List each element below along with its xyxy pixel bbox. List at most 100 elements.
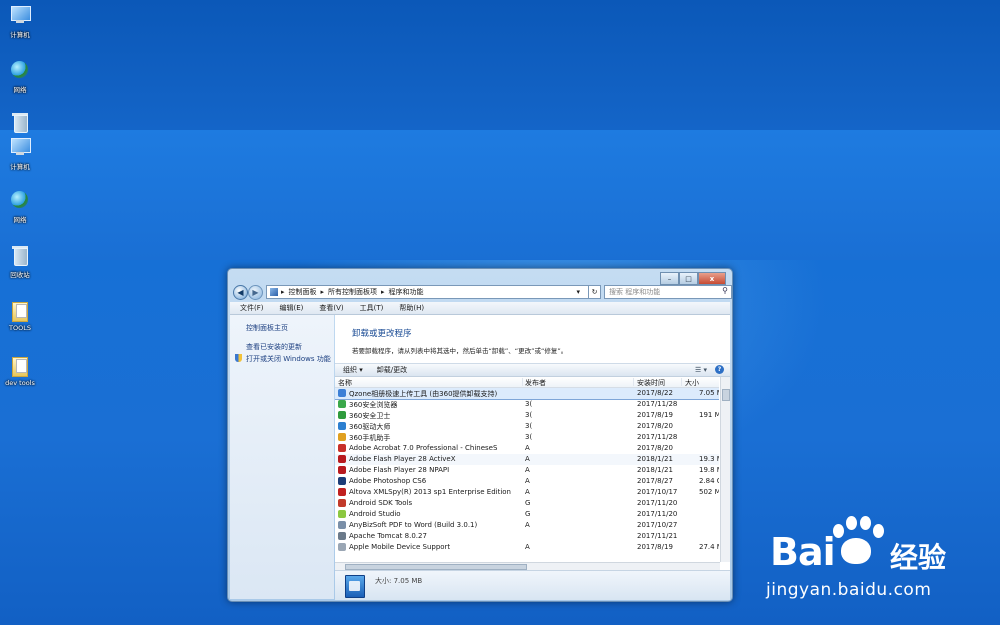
table-row[interactable]: Android Studio G 2017/11/20 — [335, 509, 719, 520]
forward-button[interactable]: ▶ — [248, 285, 263, 300]
watermark-brand: Bai — [770, 530, 836, 574]
details-pane: 大小: 7.05 MB — [335, 570, 730, 600]
computer-icon — [9, 5, 31, 27]
program-icon — [338, 488, 346, 496]
program-icon — [338, 422, 346, 430]
cell-publisher: A — [525, 543, 530, 551]
desktop-icon-computer-2[interactable]: 计算机 — [0, 137, 40, 171]
organize-button[interactable]: 组织 ▾ — [343, 365, 363, 375]
address-bar[interactable]: ▸ 控制面板 ▸ 所有控制面板项 ▸ 程序和功能 ▾ — [266, 285, 589, 299]
link-windows-features[interactable]: 打开或关闭 Windows 功能 — [246, 354, 331, 364]
breadcrumb-control-panel[interactable]: 控制面板 — [289, 287, 317, 297]
table-row[interactable]: 360安全浏览器 3(2017/11/28 — [335, 399, 719, 410]
desktop-icon-label: 网络 — [13, 86, 27, 94]
watermark-url: jingyan.baidu.com — [766, 580, 932, 600]
watermark-brand-cn: 经验 — [890, 541, 947, 574]
table-row[interactable]: AnyBizSoft PDF to Word (Build 3.0.1) A 201… — [335, 520, 719, 531]
cell-date: 2017/8/20 — [637, 422, 673, 430]
recycle-bin-icon — [9, 245, 31, 267]
desktop-icon-label: 回收站 — [10, 271, 30, 279]
cell-date: 2017/8/19 — [637, 411, 673, 419]
cell-publisher: 3( — [525, 433, 533, 441]
breadcrumb-sep-icon: ▸ — [320, 288, 325, 296]
desktop-icon-label: 计算机 — [10, 31, 30, 39]
desktop-icon-recycle-bin[interactable]: 回收站 — [0, 245, 40, 279]
table-row[interactable]: 360安全卫士 3(2017/8/19 191 M — [335, 410, 719, 421]
menu-file[interactable]: 文件(F) — [240, 303, 264, 313]
page-description: 若要卸载程序，请从列表中将其选中，然后单击“卸载”、“更改”或“修复”。 — [352, 347, 568, 355]
breadcrumb-programs[interactable]: 程序和功能 — [389, 287, 424, 297]
menu-view[interactable]: 查看(V) — [319, 303, 343, 313]
table-row[interactable]: Qzone相册极速上传工具 (由360提供卸载支持) 2017/8/22 7.05 … — [335, 388, 719, 400]
refresh-icon[interactable]: ↻ — [588, 285, 601, 299]
desktop-icon-network[interactable]: 网络 — [0, 60, 40, 94]
table-header: 名称 发布者 安装时间 大小 — [335, 377, 719, 388]
computer-icon — [9, 137, 31, 159]
cell-date: 2018/1/21 — [637, 466, 673, 474]
table-row[interactable]: Adobe Flash Player 28 NPAPI A 2018/1/21 19.… — [335, 465, 719, 476]
cell-name: Adobe Flash Player 28 ActiveX — [349, 455, 456, 463]
folder-icon — [9, 355, 31, 377]
table-row[interactable]: 360驱动大师 3(2017/8/20 — [335, 421, 719, 432]
column-publisher[interactable]: 发布者 — [525, 378, 634, 387]
baidu-paw-icon — [827, 516, 887, 574]
desktop-icon-dev-tools[interactable]: dev tools — [0, 355, 40, 387]
column-size[interactable]: 大小 — [685, 378, 715, 387]
column-install-date[interactable]: 安装时间 — [637, 378, 682, 387]
desktop-icon-tools[interactable]: TOOLS — [0, 300, 40, 332]
cell-publisher: A — [525, 444, 530, 452]
menu-tools[interactable]: 工具(T) — [360, 303, 384, 313]
network-icon — [9, 190, 31, 212]
desktop-icon-label: TOOLS — [9, 324, 31, 332]
table-row[interactable]: 360手机助手 3( 2017/11/28 — [335, 432, 719, 443]
back-button[interactable]: ◀ — [233, 285, 248, 300]
task-pane: 控制面板主页 查看已安装的更新 打开或关闭 Windows 功能 — [230, 315, 334, 599]
table-row[interactable]: Adobe Acrobat 7.0 Professional - Chinese… — [335, 443, 719, 454]
search-input[interactable]: 搜索 程序和功能 ⚲ — [604, 285, 732, 299]
table-row[interactable]: Android SDK Tools G 2017/11/20 — [335, 498, 719, 509]
breadcrumb-all-items[interactable]: 所有控制面板项 — [328, 287, 377, 297]
desktop-icon-label: 计算机 — [10, 163, 30, 171]
cell-name: Apple Mobile Device Support — [349, 543, 451, 551]
help-button[interactable]: ? — [715, 365, 724, 374]
column-name[interactable]: 名称 — [338, 378, 523, 387]
program-icon — [338, 510, 346, 518]
program-icon — [338, 521, 346, 529]
table-row[interactable]: Adobe Photoshop CS6 A 2017/8/27 2.84 C — [335, 476, 719, 487]
search-icon[interactable]: ⚲ — [722, 286, 728, 295]
table-row[interactable]: Apple Mobile Device Support A 2017/8/19 27.… — [335, 542, 719, 553]
desktop-background-top — [0, 0, 1000, 130]
desktop-icon-label: dev tools — [5, 379, 35, 387]
scrollbar-thumb[interactable] — [722, 389, 730, 401]
desktop-icon-network-2[interactable]: 网络 — [0, 190, 40, 224]
folder-icon — [9, 300, 31, 322]
desktop-icon-recycle-bin-partial[interactable] — [0, 112, 40, 136]
table-row[interactable]: Adobe Flash Player 28 ActiveX A 2018/1/21 1… — [335, 454, 719, 465]
cell-publisher: G — [525, 499, 531, 507]
vertical-scrollbar[interactable] — [720, 377, 730, 562]
link-view-installed-updates[interactable]: 查看已安装的更新 — [246, 342, 302, 352]
menu-help[interactable]: 帮助(H) — [399, 303, 424, 313]
menu-edit[interactable]: 编辑(E) — [280, 303, 304, 313]
program-icon — [338, 433, 346, 441]
program-icon — [338, 543, 346, 551]
table-row[interactable]: Altova XMLSpy(R) 2013 sp1 Enterprise Edi… — [335, 487, 719, 498]
cell-date: 2017/10/27 — [637, 521, 678, 529]
cell-date: 2017/11/28 — [637, 433, 678, 441]
cell-name: 360手机助手 — [349, 434, 391, 442]
link-control-panel-home[interactable]: 控制面板主页 — [246, 323, 288, 333]
cell-publisher: A — [525, 477, 530, 485]
uninstall-change-button[interactable]: 卸载/更改 — [377, 365, 407, 375]
cell-name: AnyBizSoft PDF to Word (Build 3.0.1) — [349, 521, 478, 529]
network-icon — [9, 60, 31, 82]
dropdown-arrow-icon[interactable]: ▾ — [576, 288, 580, 296]
view-options-icon[interactable]: ☰ ▾ — [695, 366, 707, 374]
cell-name: Android Studio — [349, 510, 401, 518]
control-panel-icon — [270, 288, 278, 296]
desktop-icon-computer[interactable]: 计算机 — [0, 5, 40, 39]
cell-size: 27.4 M — [699, 543, 719, 551]
cell-name: Adobe Flash Player 28 NPAPI — [349, 466, 450, 474]
breadcrumb-sep-icon: ▸ — [381, 288, 385, 296]
horizontal-scrollbar[interactable] — [335, 562, 720, 570]
table-row[interactable]: Apache Tomcat 8.0.27 2017/11/21 — [335, 531, 719, 542]
